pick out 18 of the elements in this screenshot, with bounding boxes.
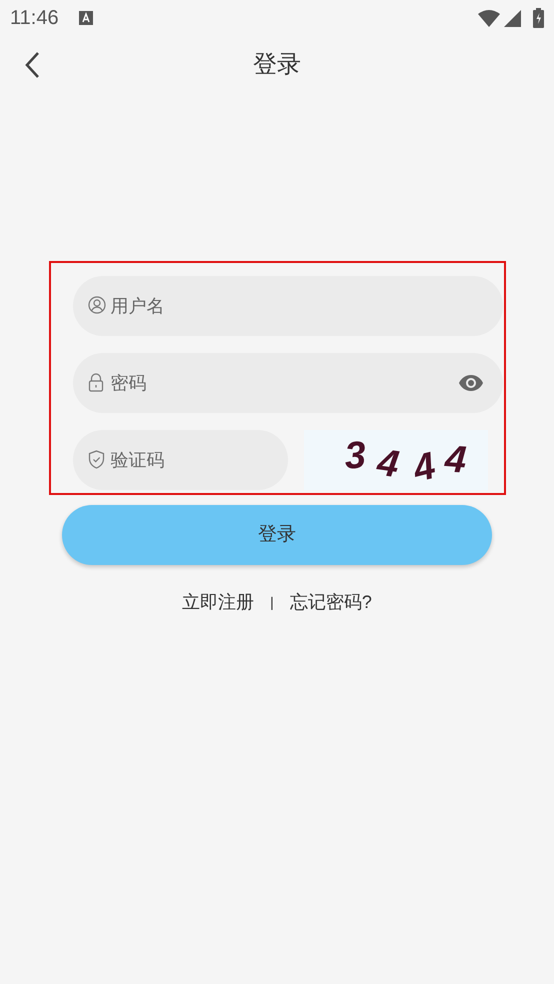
keyboard-icon — [78, 11, 93, 25]
login-button[interactable]: 登录 — [62, 505, 492, 565]
wifi-icon — [478, 10, 500, 26]
page-title: 登录 — [253, 50, 301, 80]
register-link[interactable]: 立即注册 — [182, 589, 254, 616]
input-field[interactable]: 密码 — [72, 353, 502, 413]
forgot-password-link[interactable]: 忘记密码? — [290, 589, 372, 616]
lock-icon — [88, 373, 104, 392]
captcha-image[interactable]: 3444 — [304, 430, 488, 490]
shield-icon — [88, 450, 104, 469]
status-time: 11:46 — [10, 6, 59, 31]
input-field[interactable]: 验证码 — [72, 430, 288, 490]
user-icon — [88, 296, 106, 314]
input-field[interactable]: 用户名 — [72, 276, 502, 336]
link-separator: | — [270, 593, 274, 612]
battery-icon — [533, 8, 544, 28]
signal-icon — [504, 10, 521, 26]
eye-icon[interactable] — [458, 375, 482, 391]
